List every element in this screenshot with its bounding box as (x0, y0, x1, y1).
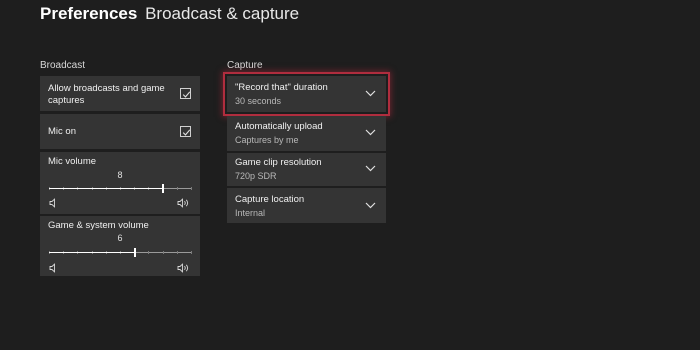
mic-volume-slider[interactable] (49, 184, 192, 193)
game-clip-resolution-title: Game clip resolution (235, 157, 322, 168)
automatically-upload-value: Captures by me (235, 135, 299, 145)
mic-volume-fill (49, 188, 163, 189)
chevron-down-icon (365, 202, 376, 209)
allow-broadcasts-checkbox[interactable] (180, 88, 191, 99)
checkmark-icon (182, 91, 191, 98)
automatically-upload-title: Automatically upload (235, 121, 323, 132)
speaker-high-icon (177, 198, 189, 208)
slider-tick (163, 251, 164, 254)
game-volume-value: 6 (117, 233, 123, 243)
automatically-upload-dropdown[interactable]: Automatically upload Captures by me (227, 116, 386, 151)
speaker-low-icon (49, 198, 55, 208)
game-volume-slider[interactable] (49, 248, 192, 257)
mic-volume-value: 8 (117, 170, 123, 180)
allow-broadcasts-label: Allow broadcasts and game captures (48, 83, 165, 106)
chevron-down-icon (365, 165, 376, 172)
mic-volume-label: Mic volume (48, 156, 97, 167)
mic-volume-thumb[interactable] (162, 184, 164, 193)
game-volume-fill (49, 252, 135, 253)
broadcast-section-label: Broadcast (40, 60, 86, 71)
slider-tick (177, 251, 178, 254)
slider-tick (191, 251, 192, 254)
chevron-down-icon (365, 129, 376, 136)
checkmark-icon (182, 129, 191, 136)
slider-tick (148, 251, 149, 254)
game-clip-resolution-value: 720p SDR (235, 171, 277, 181)
mic-on-checkbox[interactable] (180, 126, 191, 137)
mic-on-label: Mic on (48, 126, 76, 137)
capture-location-value: Internal (235, 208, 266, 218)
capture-location-title: Capture location (235, 194, 305, 205)
game-volume-tile: Game & system volume 6 (40, 216, 200, 276)
speaker-low-icon (49, 263, 55, 273)
focus-highlight (223, 72, 390, 116)
page-title-main: Preferences (40, 4, 138, 23)
speaker-high-icon (177, 263, 189, 273)
capture-location-dropdown[interactable]: Capture location Internal (227, 188, 386, 223)
page-title: Preferences Broadcast & capture (40, 4, 299, 24)
game-volume-label: Game & system volume (48, 220, 149, 231)
slider-tick (177, 187, 178, 190)
mic-volume-tile: Mic volume 8 (40, 152, 200, 214)
game-clip-resolution-dropdown[interactable]: Game clip resolution 720p SDR (227, 153, 386, 186)
allow-broadcasts-toggle[interactable]: Allow broadcasts and game captures (40, 76, 200, 111)
page-title-sub: Broadcast & capture (145, 4, 300, 23)
capture-section-label: Capture (227, 60, 263, 71)
game-volume-thumb[interactable] (134, 248, 136, 257)
slider-tick (191, 187, 192, 190)
mic-on-toggle[interactable]: Mic on (40, 114, 200, 149)
